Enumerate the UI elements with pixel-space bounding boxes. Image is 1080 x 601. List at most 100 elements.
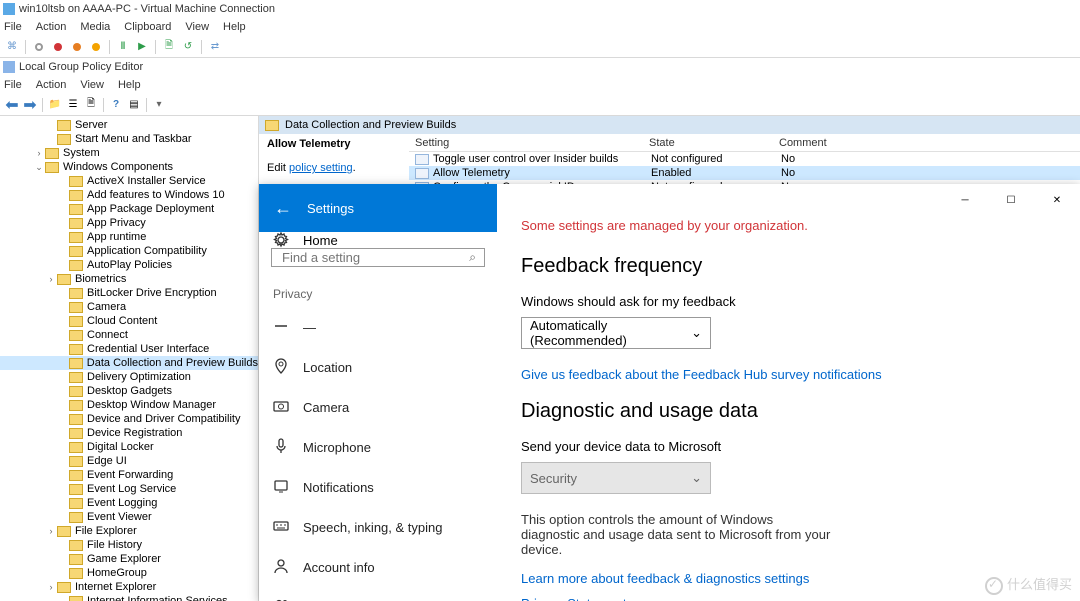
tree-node[interactable]: Camera [0,300,258,314]
sidebar-item-bell[interactable]: Notifications [259,467,497,507]
show-hide-icon[interactable]: ☰ [65,97,81,113]
tree-node[interactable]: Event Viewer [0,510,258,524]
folder-icon [69,372,83,383]
tree-node[interactable]: ›File Explorer [0,524,258,538]
gp-menu-view[interactable]: View [80,79,104,91]
save-icon[interactable] [88,39,104,55]
vm-menu-help[interactable]: Help [223,21,246,33]
sidebar-item-mic[interactable]: Microphone [259,427,497,467]
expand-icon[interactable]: › [45,524,57,538]
filter-icon[interactable]: ▾ [151,97,167,113]
up-folder-icon[interactable]: 📁 [47,97,63,113]
sidebar-item-cam[interactable]: Camera [259,387,497,427]
gp-menu-file[interactable]: File [4,79,22,91]
tree-node[interactable]: Digital Locker [0,440,258,454]
vm-menu-view[interactable]: View [185,21,209,33]
gp-menu-help[interactable]: Help [118,79,141,91]
col-state[interactable]: State [649,137,779,149]
vm-menu-action[interactable]: Action [36,21,67,33]
sidebar-item-con[interactable]: Contacts [259,587,497,601]
tree-node[interactable]: Server [0,118,258,132]
tree-node[interactable]: Delivery Optimization [0,370,258,384]
gpedit-toolbar: ⬅ ➡ 📁 ☰ 🗎 ? ▤ ▾ [0,94,1080,116]
tree-node[interactable]: HomeGroup [0,566,258,580]
tree-node[interactable]: Event Forwarding [0,468,258,482]
feedback-hub-link[interactable]: Give us feedback about the Feedback Hub … [521,367,1080,382]
tree-node[interactable]: Data Collection and Preview Builds [0,356,258,370]
expand-icon[interactable]: › [33,146,45,160]
search-box[interactable]: ⌕ [271,248,485,267]
feedback-frequency-dropdown[interactable]: Automatically (Recommended) ⌄ [521,317,711,349]
tree-node[interactable]: Application Compatibility [0,244,258,258]
vm-menubar[interactable]: File Action Media Clipboard View Help [0,18,1080,36]
vm-menu-file[interactable]: File [4,21,22,33]
share-icon[interactable]: ⇄ [207,39,223,55]
forward-icon[interactable]: ➡ [22,97,38,113]
tree-node[interactable]: ›Internet Explorer [0,580,258,594]
col-setting[interactable]: Setting [409,137,649,149]
revert-icon[interactable]: ↺ [180,39,196,55]
sidebar-item-loc[interactable]: Location [259,347,497,387]
tree-node[interactable]: App Package Deployment [0,202,258,216]
expand-icon[interactable]: › [45,580,57,594]
turnoff-icon[interactable] [50,39,66,55]
reset-icon[interactable]: ▶ [134,39,150,55]
learn-more-link[interactable]: Learn more about feedback & diagnostics … [521,571,1080,586]
tree-node[interactable]: Game Explorer [0,552,258,566]
tree-node[interactable]: Desktop Gadgets [0,384,258,398]
pause-icon[interactable]: ‖ [115,39,131,55]
tree-node[interactable]: App runtime [0,230,258,244]
export-icon[interactable]: 🗎 [83,97,99,113]
tree-node[interactable]: ›Biometrics [0,272,258,286]
privacy-statement-link[interactable]: Privacy Statement [521,596,1080,601]
tree-node[interactable]: Device and Driver Compatibility [0,412,258,426]
tree-node[interactable]: ›System [0,146,258,160]
tree-node[interactable]: File History [0,538,258,552]
expand-icon[interactable]: ⌄ [33,160,45,174]
tree-node[interactable]: Cloud Content [0,314,258,328]
tree-node[interactable]: App Privacy [0,216,258,230]
tree-node[interactable]: Connect [0,328,258,342]
tree-node[interactable]: Desktop Window Manager [0,398,258,412]
minimize-button[interactable]: ─ [942,184,988,216]
tree-node[interactable]: Event Log Service [0,482,258,496]
sidebar-item-kb[interactable]: Speech, inking, & typing [259,507,497,547]
tree-node[interactable]: Event Logging [0,496,258,510]
policy-tree[interactable]: ServerStart Menu and Taskbar›System⌄Wind… [0,116,258,601]
back-button[interactable]: ← [259,184,307,232]
tree-node[interactable]: AutoPlay Policies [0,258,258,272]
tree-node[interactable]: ActiveX Installer Service [0,174,258,188]
tree-node[interactable]: ⌄Windows Components [0,160,258,174]
edit-policy-link[interactable]: policy setting [289,162,353,174]
tree-node[interactable]: BitLocker Drive Encryption [0,286,258,300]
expand-icon[interactable]: › [45,272,57,286]
vm-menu-media[interactable]: Media [80,21,110,33]
tree-node[interactable]: Credential User Interface [0,342,258,356]
tree-node[interactable]: Start Menu and Taskbar [0,132,258,146]
sidebar-item-acc[interactable]: Account info [259,547,497,587]
back-icon[interactable]: ⬅ [4,97,20,113]
close-button[interactable]: ✕ [1034,184,1080,216]
tree-node[interactable]: Edge UI [0,454,258,468]
policy-row[interactable]: Toggle user control over Insider buildsN… [409,152,1080,166]
help-icon[interactable]: ? [108,97,124,113]
tree-label: Digital Locker [87,440,154,454]
maximize-button[interactable]: ☐ [988,184,1034,216]
ctrl-alt-del-icon[interactable]: ⌘ [4,39,20,55]
vm-menu-clipboard[interactable]: Clipboard [124,21,171,33]
shutdown-icon[interactable] [69,39,85,55]
col-comment[interactable]: Comment [779,137,1080,149]
policy-row[interactable]: Allow TelemetryEnabledNo [409,166,1080,180]
tree-node[interactable]: Add features to Windows 10 [0,188,258,202]
checkpoint-icon[interactable]: 🗎 [161,39,177,55]
properties-icon[interactable]: ▤ [126,97,142,113]
folder-icon [69,246,83,257]
gpedit-menubar[interactable]: File Action View Help [0,76,1080,94]
tree-node[interactable]: Device Registration [0,426,258,440]
sidebar-item-dash[interactable]: — [259,307,497,347]
tree-node[interactable]: Internet Information Services [0,594,258,601]
start-icon[interactable] [31,39,47,55]
search-input[interactable] [280,249,469,266]
gp-menu-action[interactable]: Action [36,79,67,91]
home-item[interactable]: Home [259,232,497,248]
